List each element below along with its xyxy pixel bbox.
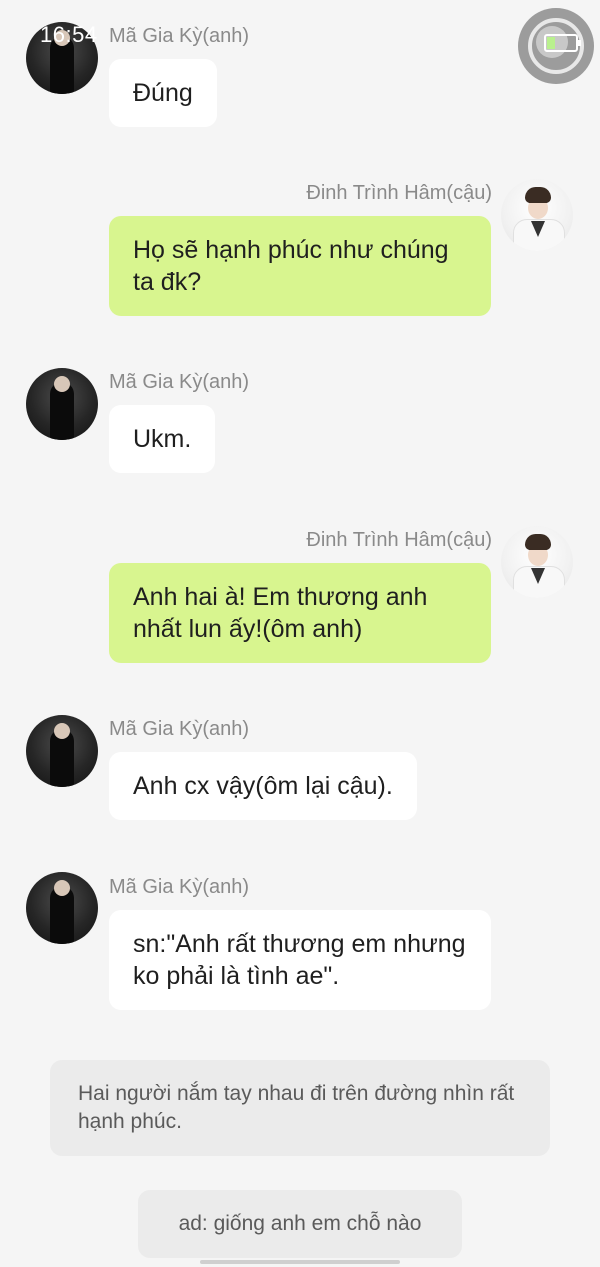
sender-name: Đinh Trình Hâm(cậu) — [306, 182, 492, 204]
avatar-head — [54, 376, 70, 392]
narration-box: Hai người nắm tay nhau đi trên đường nhì… — [50, 1060, 550, 1156]
avatar-dinh-trinh-ham[interactable] — [501, 526, 573, 598]
message-bubble[interactable]: sn:"Anh rất thương em nhưng ko phải là t… — [109, 910, 491, 1010]
floating-battery-button[interactable] — [518, 8, 594, 84]
author-note: ad: giống anh em chỗ nào — [138, 1190, 462, 1258]
avatar-vneck — [531, 221, 545, 237]
message-bubble[interactable]: Đúng — [109, 59, 217, 127]
message-bubble[interactable]: Anh cx vậy(ôm lại cậu). — [109, 752, 417, 820]
status-time: 16:54 — [40, 22, 98, 47]
sender-name: Mã Gia Kỳ(anh) — [109, 876, 250, 898]
sender-name: Mã Gia Kỳ(anh) — [109, 718, 250, 740]
avatar-hair — [525, 534, 551, 550]
message-bubble[interactable]: Anh hai à! Em thương anh nhất lun ấy!(ôm… — [109, 563, 491, 663]
avatar-ma-gia-ky[interactable] — [26, 715, 98, 787]
sender-name: Đinh Trình Hâm(cậu) — [306, 529, 492, 551]
message-bubble[interactable]: Họ sẽ hạnh phúc như chúng ta đk? — [109, 216, 491, 316]
avatar-dinh-trinh-ham[interactable] — [501, 179, 573, 251]
sender-name: Mã Gia Kỳ(anh) — [109, 25, 250, 47]
message-bubble[interactable]: Ukm. — [109, 405, 216, 473]
avatar-head — [54, 723, 70, 739]
sender-name: Mã Gia Kỳ(anh) — [109, 371, 250, 393]
avatar-ma-gia-ky[interactable] — [26, 368, 98, 440]
battery-fill — [547, 37, 555, 49]
home-indicator[interactable] — [200, 1260, 400, 1264]
avatar-vneck — [531, 568, 545, 584]
avatar-ma-gia-ky[interactable] — [26, 872, 98, 944]
battery-charging-icon — [544, 34, 581, 52]
avatar-head — [54, 880, 70, 896]
avatar-hair — [525, 187, 551, 203]
